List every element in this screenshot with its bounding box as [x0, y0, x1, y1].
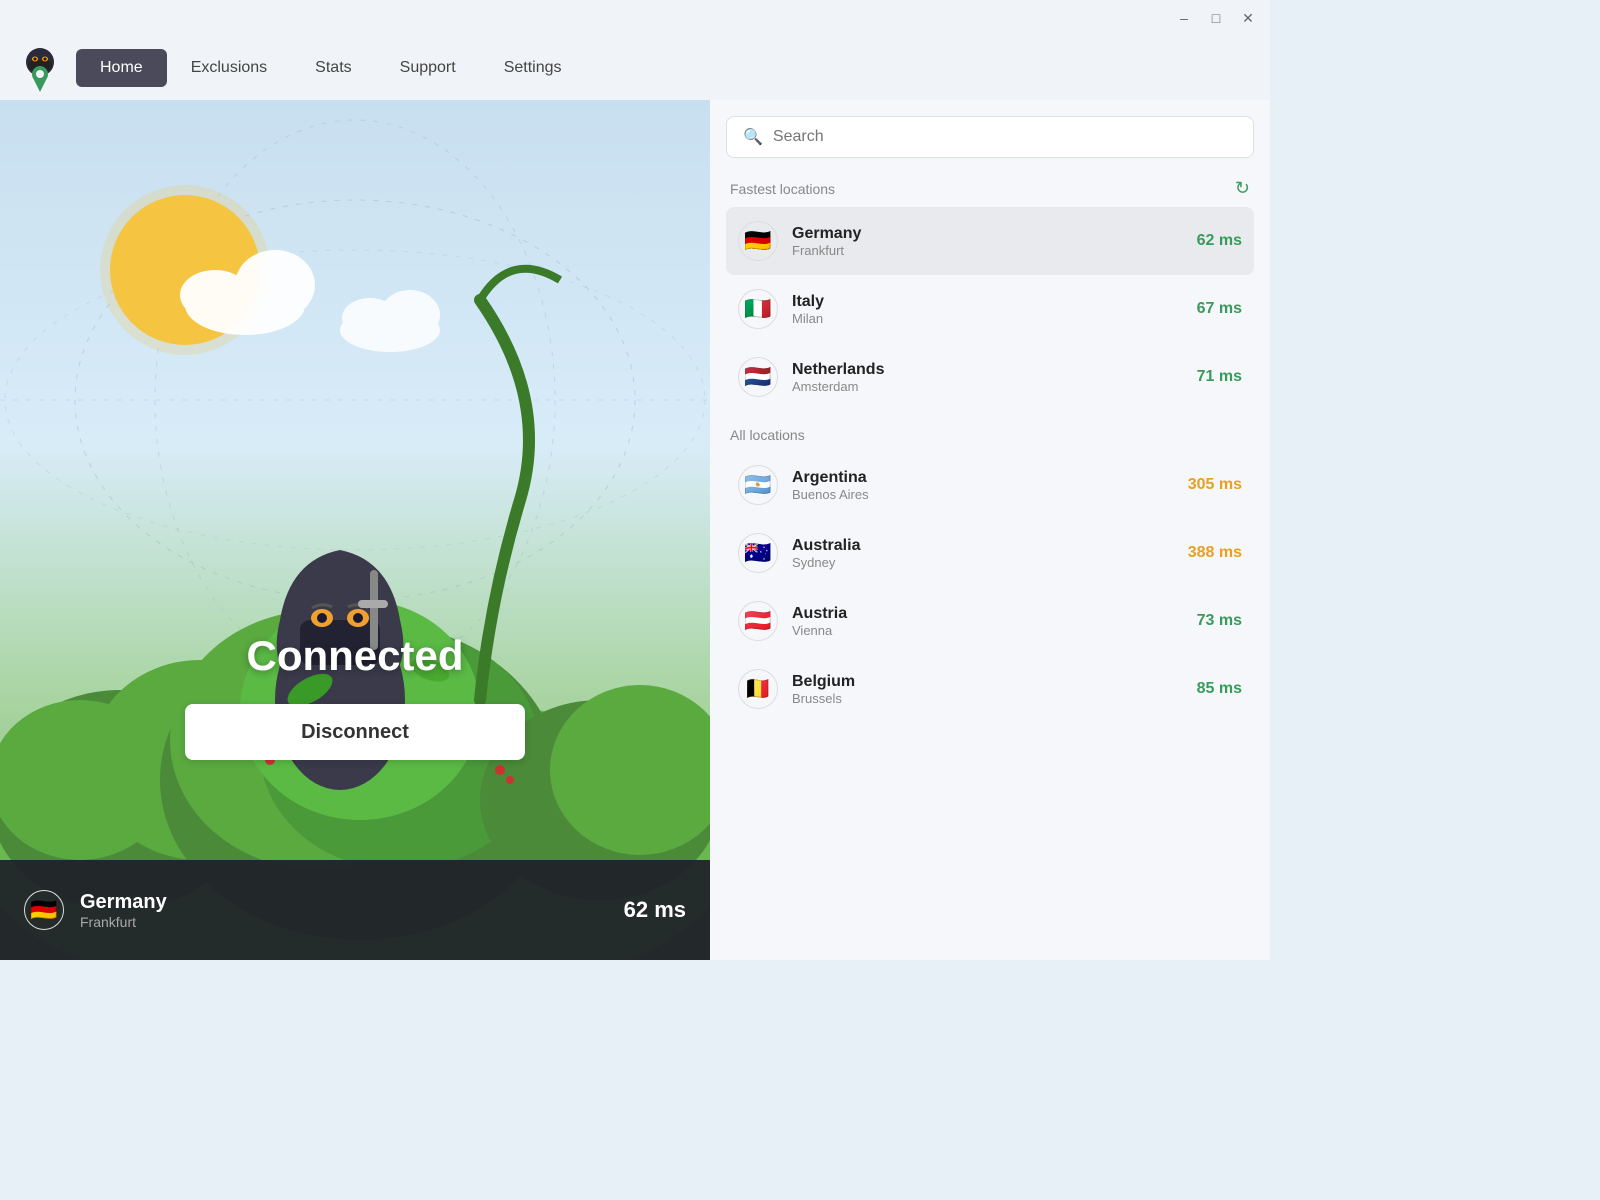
title-bar: – □ ✕ [0, 0, 1270, 36]
argentina-flag-icon: 🇦🇷 [738, 465, 778, 505]
search-input[interactable] [773, 128, 1237, 146]
main-area: Connected Disconnect 🇩🇪 Germany Frankfur… [0, 100, 1270, 960]
location-item-italy[interactable]: 🇮🇹 Italy Milan 67 ms [726, 275, 1254, 343]
right-panel: 🔍 Fastest locations ↻ 🇩🇪 Germany Frankfu… [710, 100, 1270, 960]
app-logo [16, 44, 64, 92]
all-locations-header: All locations [726, 427, 1254, 443]
netherlands-country: Netherlands [792, 361, 1183, 379]
disconnect-button[interactable]: Disconnect [185, 704, 525, 760]
status-city: Frankfurt [80, 914, 608, 930]
argentina-country: Argentina [792, 469, 1174, 487]
minimize-button[interactable]: – [1170, 4, 1198, 32]
status-ms: 62 ms [624, 897, 686, 923]
argentina-ms: 305 ms [1188, 476, 1242, 494]
italy-country: Italy [792, 293, 1183, 311]
germany-location-info: Germany Frankfurt [792, 225, 1183, 258]
italy-city: Milan [792, 311, 1183, 326]
search-icon: 🔍 [743, 127, 763, 147]
belgium-location-info: Belgium Brussels [792, 673, 1183, 706]
all-locations-title: All locations [730, 427, 805, 443]
australia-city: Sydney [792, 555, 1174, 570]
argentina-city: Buenos Aires [792, 487, 1174, 502]
italy-flag-icon: 🇮🇹 [738, 289, 778, 329]
germany-city: Frankfurt [792, 243, 1183, 258]
australia-location-info: Australia Sydney [792, 537, 1174, 570]
netherlands-flag-icon: 🇳🇱 [738, 357, 778, 397]
germany-ms: 62 ms [1197, 232, 1242, 250]
italy-location-info: Italy Milan [792, 293, 1183, 326]
australia-flag-icon: 🇦🇺 [738, 533, 778, 573]
status-bar: 🇩🇪 Germany Frankfurt 62 ms [0, 860, 710, 960]
illustration-svg [0, 100, 710, 960]
austria-flag-icon: 🇦🇹 [738, 601, 778, 641]
australia-country: Australia [792, 537, 1174, 555]
status-info: Germany Frankfurt [80, 891, 608, 930]
nav-bar: Home Exclusions Stats Support Settings [0, 36, 1270, 100]
maximize-button[interactable]: □ [1202, 4, 1230, 32]
fastest-locations-title: Fastest locations [730, 181, 835, 197]
netherlands-city: Amsterdam [792, 379, 1183, 394]
location-item-germany[interactable]: 🇩🇪 Germany Frankfurt 62 ms [726, 207, 1254, 275]
netherlands-ms: 71 ms [1197, 368, 1242, 386]
belgium-city: Brussels [792, 691, 1183, 706]
close-button[interactable]: ✕ [1234, 4, 1262, 32]
belgium-flag-icon: 🇧🇪 [738, 669, 778, 709]
location-item-netherlands[interactable]: 🇳🇱 Netherlands Amsterdam 71 ms [726, 343, 1254, 411]
nav-exclusions[interactable]: Exclusions [167, 49, 291, 87]
location-item-argentina[interactable]: 🇦🇷 Argentina Buenos Aires 305 ms [726, 451, 1254, 519]
belgium-ms: 85 ms [1197, 680, 1242, 698]
location-item-austria[interactable]: 🇦🇹 Austria Vienna 73 ms [726, 587, 1254, 655]
australia-ms: 388 ms [1188, 544, 1242, 562]
location-item-australia[interactable]: 🇦🇺 Australia Sydney 388 ms [726, 519, 1254, 587]
austria-country: Austria [792, 605, 1183, 623]
status-country: Germany [80, 891, 608, 914]
italy-ms: 67 ms [1197, 300, 1242, 318]
austria-location-info: Austria Vienna [792, 605, 1183, 638]
refresh-button[interactable]: ↻ [1235, 178, 1250, 199]
germany-flag-icon: 🇩🇪 [738, 221, 778, 261]
nav-support[interactable]: Support [376, 49, 480, 87]
belgium-country: Belgium [792, 673, 1183, 691]
nav-settings[interactable]: Settings [480, 49, 586, 87]
connected-status: Connected [246, 632, 463, 680]
germany-country: Germany [792, 225, 1183, 243]
left-panel: Connected Disconnect 🇩🇪 Germany Frankfur… [0, 100, 710, 960]
nav-home[interactable]: Home [76, 49, 167, 87]
argentina-location-info: Argentina Buenos Aires [792, 469, 1174, 502]
location-item-belgium[interactable]: 🇧🇪 Belgium Brussels 85 ms [726, 655, 1254, 723]
netherlands-location-info: Netherlands Amsterdam [792, 361, 1183, 394]
austria-ms: 73 ms [1197, 612, 1242, 630]
nav-stats[interactable]: Stats [291, 49, 375, 87]
austria-city: Vienna [792, 623, 1183, 638]
status-flag-icon: 🇩🇪 [24, 890, 64, 930]
fastest-locations-header: Fastest locations ↻ [726, 178, 1254, 199]
search-box[interactable]: 🔍 [726, 116, 1254, 158]
